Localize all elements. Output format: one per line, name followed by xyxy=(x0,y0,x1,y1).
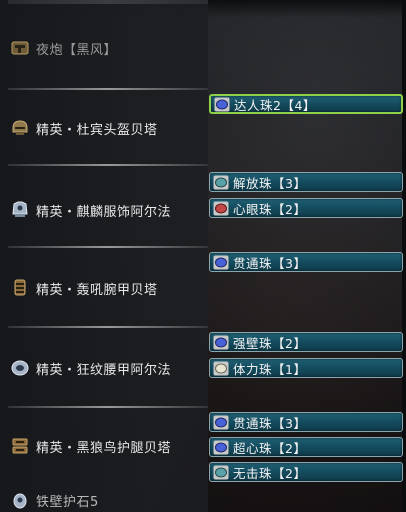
equipment-item[interactable]: 精英・杜宾头盔贝塔 xyxy=(10,116,158,140)
gem-blue-icon xyxy=(213,440,229,455)
jewel-slot[interactable]: 心眼珠【2】 xyxy=(209,198,403,218)
waist-armor-icon xyxy=(10,358,30,378)
divider xyxy=(8,164,208,166)
equipment-name: 精英・黑狼鸟护腿贝塔 xyxy=(36,440,172,456)
jewel-slot[interactable]: 体力珠【1】 xyxy=(209,358,403,378)
divider xyxy=(8,326,208,328)
gem-white-icon xyxy=(213,361,229,376)
bowgun-icon xyxy=(10,38,30,58)
equipment-row-legs[interactable]: 贯通珠【3】 超心珠【2】 无击珠【2】 精英・黑狼鸟护腿贝塔 xyxy=(0,412,406,486)
jewel-label: 强壁珠【2】 xyxy=(233,335,307,351)
jewel-slot[interactable]: 贯通珠【3】 xyxy=(209,252,403,272)
equipment-item[interactable]: 精英・狂纹腰甲阿尔法 xyxy=(10,356,171,380)
equipment-item[interactable]: 精英・黑狼鸟护腿贝塔 xyxy=(10,434,171,458)
equipment-name: 精英・轰吼腕甲贝塔 xyxy=(36,282,158,298)
jewel-label: 贯通珠【3】 xyxy=(233,255,307,271)
equipment-row-head[interactable]: 达人珠2【4】 精英・杜宾头盔贝塔 xyxy=(0,94,406,154)
greaves-icon xyxy=(10,436,30,456)
gem-teal-icon xyxy=(213,175,229,190)
equipment-item[interactable]: 精英・轰吼腕甲贝塔 xyxy=(10,276,158,300)
equipment-item[interactable]: 铁壁护石5 xyxy=(10,488,99,512)
jewel-slot[interactable]: 贯通珠【3】 xyxy=(209,412,403,432)
gem-blue-icon xyxy=(213,255,229,270)
gem-blue-icon xyxy=(213,335,229,350)
gem-blue-icon xyxy=(213,415,229,430)
equipment-row-waist[interactable]: 强壁珠【2】 体力珠【1】 精英・狂纹腰甲阿尔法 xyxy=(0,332,406,382)
jewel-label: 超心珠【2】 xyxy=(233,440,307,456)
jewel-label: 心眼珠【2】 xyxy=(233,201,307,217)
chest-armor-icon xyxy=(10,200,30,220)
jewel-label: 达人珠2【4】 xyxy=(234,97,316,113)
charm-icon xyxy=(10,490,30,510)
equipment-name: 精英・杜宾头盔贝塔 xyxy=(36,122,158,138)
equipment-row-arms[interactable]: 贯通珠【3】 精英・轰吼腕甲贝塔 xyxy=(0,252,406,298)
equipment-row-chest[interactable]: 解放珠【3】 心眼珠【2】 精英・麒麟服饰阿尔法 xyxy=(0,172,406,222)
jewel-label: 解放珠【3】 xyxy=(233,175,307,191)
equipment-name: 精英・狂纹腰甲阿尔法 xyxy=(36,362,172,378)
equipment-item[interactable]: 精英・麒麟服饰阿尔法 xyxy=(10,198,171,222)
equipment-row-charm[interactable]: 铁壁护石5 xyxy=(0,488,406,512)
jewel-label: 体力珠【1】 xyxy=(233,361,307,377)
gem-teal-icon xyxy=(213,465,229,480)
equipment-item[interactable]: 夜炮【黑风】 xyxy=(10,36,117,60)
divider xyxy=(8,406,208,408)
jewel-slot[interactable]: 超心珠【2】 xyxy=(209,437,403,457)
gem-blue-icon xyxy=(214,97,230,112)
helmet-icon xyxy=(10,118,30,138)
gem-red-icon xyxy=(213,201,229,216)
divider xyxy=(8,88,208,90)
divider xyxy=(8,246,208,248)
jewel-slot[interactable]: 解放珠【3】 xyxy=(209,172,403,192)
equipment-name: 夜炮【黑风】 xyxy=(36,42,118,58)
jewel-label: 无击珠【2】 xyxy=(233,465,307,481)
jewel-slot[interactable]: 强壁珠【2】 xyxy=(209,332,403,352)
equipment-row-weapon[interactable]: 夜炮【黑风】 xyxy=(0,36,406,62)
gauntlet-icon xyxy=(10,278,30,298)
jewel-slot[interactable]: 无击珠【2】 xyxy=(209,462,403,482)
jewel-label: 贯通珠【3】 xyxy=(233,415,307,431)
equipment-name: 铁壁护石5 xyxy=(36,494,99,510)
jewel-slot[interactable]: 达人珠2【4】 xyxy=(209,94,403,114)
equipment-name: 精英・麒麟服饰阿尔法 xyxy=(36,204,172,220)
header-decoration xyxy=(8,0,208,4)
